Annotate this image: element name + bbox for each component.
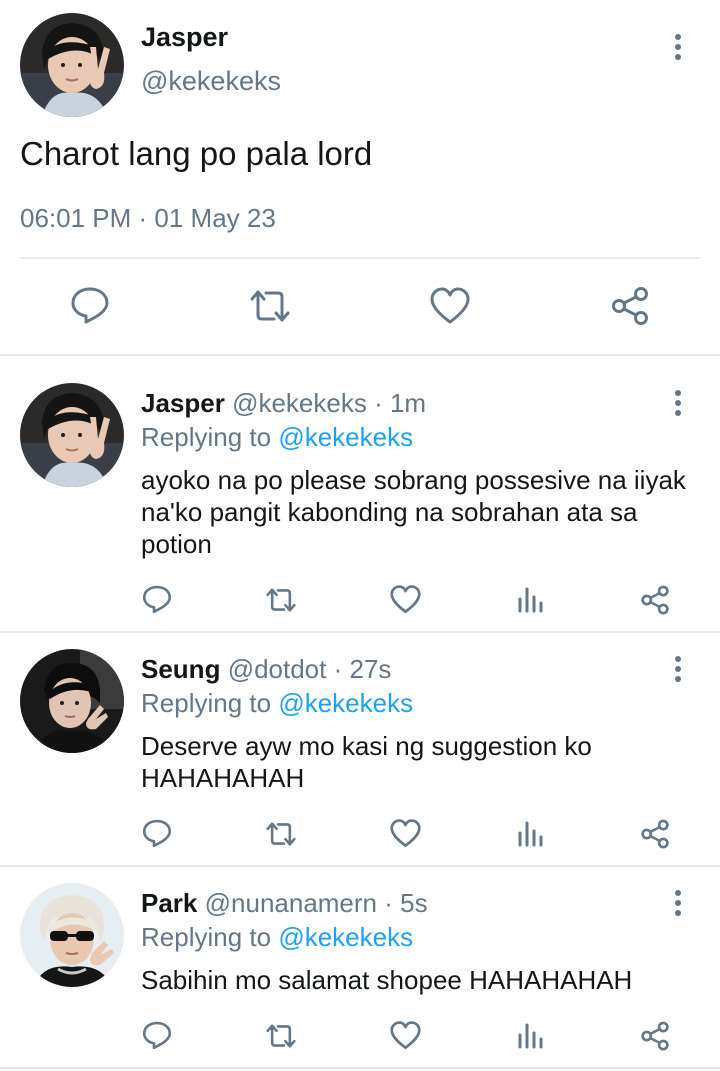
reply-text: ayoko na po please sobrang possesive na … (141, 465, 686, 559)
replying-to: Replying to @kekekeks (141, 688, 413, 719)
more-options-icon[interactable] (668, 34, 688, 64)
display-name[interactable]: Park (141, 888, 197, 918)
reply-header: Park @nunanamern · 5s (141, 888, 428, 919)
like-icon[interactable] (390, 1021, 421, 1055)
avatar[interactable] (20, 649, 124, 753)
share-icon[interactable] (640, 1021, 670, 1056)
analytics-icon[interactable] (518, 1021, 544, 1054)
mention-link[interactable]: @kekekeks (278, 688, 413, 718)
avatar[interactable] (20, 883, 124, 987)
display-name[interactable]: Jasper (141, 388, 225, 418)
like-icon[interactable] (430, 287, 470, 330)
reply-icon[interactable] (142, 818, 172, 853)
reply-text: Sabihin mo salamat shopee HAHAHAHAH (141, 965, 633, 995)
retweet-icon[interactable] (264, 820, 298, 853)
retweet-icon[interactable] (264, 1022, 298, 1055)
replying-to: Replying to @kekekeks (141, 422, 413, 453)
user-handle[interactable]: @kekekeks (232, 388, 367, 418)
separator: · (326, 654, 350, 684)
separator: · (377, 888, 401, 918)
share-icon[interactable] (640, 819, 670, 854)
more-options-icon[interactable] (668, 390, 688, 420)
mention-link[interactable]: @kekekeks (278, 922, 413, 952)
like-icon[interactable] (390, 585, 421, 619)
analytics-icon[interactable] (518, 585, 544, 618)
reply-tweet[interactable]: Seung @dotdot · 27s Replying to @kekekek… (0, 633, 720, 865)
reply-text: Deserve ayw mo kasi ng suggestion ko HAH… (141, 731, 592, 793)
separator: · (366, 388, 390, 418)
replying-to-label: Replying to (141, 688, 279, 718)
user-handle[interactable]: @nunanamern (205, 888, 377, 918)
reply-tweet[interactable]: Park @nunanamern · 5s Replying to @kekek… (0, 867, 720, 1069)
divider (0, 1067, 720, 1069)
reply-time: 27s (349, 654, 392, 684)
user-handle[interactable]: @dotdot (228, 654, 327, 684)
reply-icon[interactable] (142, 584, 172, 619)
avatar[interactable] (20, 383, 124, 487)
reply-time: 5s (400, 888, 428, 918)
analytics-icon[interactable] (518, 819, 544, 852)
tweet-timestamp: 06:01 PM · 01 May 23 (20, 203, 276, 233)
user-handle[interactable]: @kekekeks (141, 66, 281, 97)
share-icon[interactable] (610, 286, 650, 331)
mention-link[interactable]: @kekekeks (278, 422, 413, 452)
reply-header: Jasper @kekekeks · 1m (141, 388, 426, 419)
tweet-text: Charot lang po pala lord (20, 135, 373, 172)
reply-time: 1m (389, 388, 427, 418)
display-name[interactable]: Seung (141, 654, 220, 684)
like-icon[interactable] (390, 819, 421, 853)
avatar[interactable] (20, 13, 124, 117)
main-tweet: Jasper @kekekeks Charot lang po pala lor… (0, 0, 720, 355)
replying-to-label: Replying to (141, 922, 279, 952)
replying-to: Replying to @kekekeks (141, 922, 413, 953)
divider (20, 257, 700, 259)
reply-icon[interactable] (70, 285, 110, 330)
retweet-icon[interactable] (264, 586, 298, 619)
more-options-icon[interactable] (668, 656, 688, 686)
more-options-icon[interactable] (668, 890, 688, 920)
retweet-icon[interactable] (248, 287, 292, 330)
reply-icon[interactable] (142, 1020, 172, 1055)
reply-tweet[interactable]: Jasper @kekekeks · 1m Replying to @kekek… (0, 356, 720, 631)
share-icon[interactable] (640, 585, 670, 620)
display-name[interactable]: Jasper (141, 22, 228, 53)
reply-header: Seung @dotdot · 27s (141, 654, 391, 685)
replying-to-label: Replying to (141, 422, 279, 452)
